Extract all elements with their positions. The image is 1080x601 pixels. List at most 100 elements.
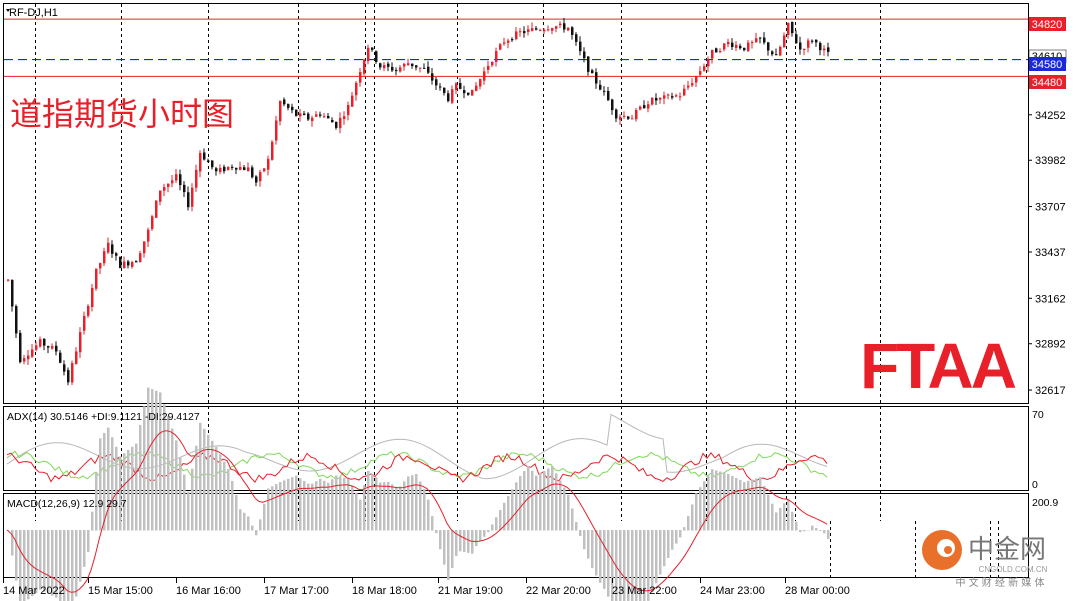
candle-body <box>207 160 210 163</box>
macd-bar <box>215 446 218 531</box>
macd-bar <box>199 422 202 531</box>
candle-body <box>755 38 758 43</box>
candle-body <box>547 29 550 31</box>
macd-bar <box>375 477 378 531</box>
macd-bar <box>767 494 770 531</box>
macd-bar <box>71 530 74 601</box>
candle-body <box>15 306 18 334</box>
macd-bar <box>147 387 150 531</box>
candle-body <box>663 95 666 99</box>
candle-body <box>295 109 298 116</box>
candle-body <box>143 241 146 254</box>
macd-bar <box>75 530 78 597</box>
macd-bar <box>595 530 598 576</box>
x-tick-label: 23 Mar 22:00 <box>612 585 677 597</box>
candle-body <box>787 22 790 36</box>
macd-bar <box>779 507 782 531</box>
candle-body <box>171 180 174 184</box>
macd-bar <box>139 424 142 531</box>
macd-bar <box>235 495 238 531</box>
candle-body <box>211 160 214 168</box>
macd-bar <box>411 475 414 531</box>
macd-bar <box>751 479 754 531</box>
price-tag-top-text: 34820 <box>1032 19 1063 31</box>
candle-body <box>823 48 826 51</box>
macd-bar <box>459 530 462 552</box>
candle-body <box>759 37 762 39</box>
macd-bar <box>675 530 678 544</box>
macd-bar <box>807 530 810 531</box>
candle-body <box>199 153 202 172</box>
price-axis: 34252 33982 33707 33437 33162 32892 32617 <box>1028 110 1066 397</box>
candle-body <box>323 116 326 118</box>
macd-bar <box>391 484 394 531</box>
macd-bar <box>255 530 258 536</box>
candle-body <box>643 105 646 109</box>
candle-body <box>247 167 250 172</box>
price-tag-top: 34820 <box>1029 17 1066 31</box>
candle-body <box>195 169 198 188</box>
macd-bar <box>351 485 354 531</box>
candle-body <box>699 71 702 75</box>
candle-body <box>587 56 590 72</box>
macd-bar <box>499 510 502 531</box>
watermark-sub: 中 文 财 经 新 媒 体 <box>955 576 1044 589</box>
macd-bar <box>271 486 274 531</box>
candle-body <box>519 31 522 33</box>
macd-bar <box>739 480 742 531</box>
candle-body <box>615 109 618 119</box>
macd-bar <box>799 530 802 533</box>
candle-body <box>27 355 30 360</box>
macd-bar <box>783 503 786 531</box>
candle-body <box>655 97 658 101</box>
candle-body <box>555 26 558 29</box>
macd-bar <box>15 530 18 581</box>
candle-body <box>459 83 462 89</box>
candle-body <box>487 65 490 70</box>
candle-body <box>95 268 98 289</box>
macd-bar <box>519 476 522 531</box>
macd-bar <box>263 503 266 531</box>
candle-body <box>267 159 270 170</box>
macd-bar <box>443 530 446 565</box>
macd-bar <box>747 480 750 531</box>
macd-bar <box>603 530 606 589</box>
macd-bar <box>99 438 102 531</box>
macd-bar <box>507 496 510 531</box>
candle-body <box>127 261 130 266</box>
candle-body <box>359 72 362 83</box>
candle-body <box>119 256 122 269</box>
macd-bar <box>175 440 178 531</box>
macd-bar <box>435 530 438 534</box>
candle-body <box>651 97 654 105</box>
candle-body <box>803 49 806 51</box>
y-tick-label: 32892 <box>1035 339 1066 351</box>
candle-body <box>731 42 734 48</box>
macd-bar <box>367 470 370 531</box>
candle-body <box>299 113 302 117</box>
macd-bar <box>371 474 374 531</box>
candle-body <box>123 261 126 268</box>
price-tag-middle: 34580 <box>1029 57 1066 71</box>
candle-body <box>687 85 690 88</box>
candle-body <box>631 118 634 120</box>
macd-bar <box>87 530 90 553</box>
macd-bar <box>451 530 454 569</box>
candle-body <box>379 63 382 68</box>
macd-bar <box>467 530 470 553</box>
x-tick-label: 18 Mar 18:00 <box>352 585 417 597</box>
candle-body <box>399 67 402 72</box>
x-tick-label: 15 Mar 15:00 <box>88 585 153 597</box>
macd-bar <box>311 483 314 531</box>
candle-body <box>423 67 426 69</box>
candle-body <box>275 120 278 141</box>
adx-lines <box>6 413 828 483</box>
candle-body <box>507 40 510 43</box>
macd-bar <box>683 527 686 531</box>
candle-body <box>415 65 418 68</box>
candle-body <box>263 168 266 172</box>
candle-body <box>703 66 706 71</box>
candle-body <box>183 184 186 193</box>
candle-body <box>215 168 218 172</box>
candle-body <box>255 176 258 183</box>
